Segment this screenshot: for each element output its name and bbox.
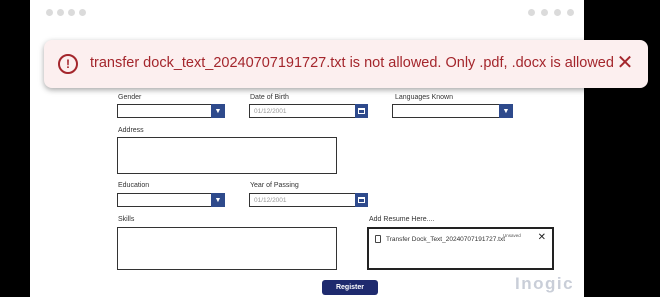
- dob-value: 01/12/2001: [254, 108, 287, 115]
- remove-file-icon[interactable]: ✕: [538, 233, 546, 243]
- status-icon: [79, 9, 86, 16]
- chevron-down-icon[interactable]: ▼: [211, 104, 225, 118]
- status-bar-left-icons: [46, 9, 86, 16]
- chevron-down-icon[interactable]: ▼: [211, 193, 225, 207]
- languages-dropdown[interactable]: ▼: [392, 104, 513, 118]
- languages-label: Languages Known: [395, 94, 453, 101]
- year-of-passing-value: 01/12/2001: [254, 197, 287, 204]
- register-button[interactable]: Register: [322, 280, 378, 295]
- skills-textarea[interactable]: [117, 227, 337, 270]
- file-icon: [375, 235, 381, 243]
- status-icon: [541, 9, 548, 16]
- status-icon: [57, 9, 64, 16]
- status-icon: [567, 9, 574, 16]
- error-circle-icon: !: [58, 54, 78, 74]
- status-icon: [528, 9, 535, 16]
- calendar-icon[interactable]: [355, 104, 368, 118]
- year-of-passing-date-picker[interactable]: 01/12/2001: [249, 193, 368, 207]
- status-icon: [46, 9, 53, 16]
- education-dropdown[interactable]: ▼: [117, 193, 225, 207]
- status-bar: [30, 0, 584, 28]
- status-icon: [554, 9, 561, 16]
- gender-dropdown[interactable]: ▼: [117, 104, 225, 118]
- brand-watermark: Inogic: [515, 274, 575, 293]
- address-textarea[interactable]: [117, 137, 337, 174]
- dob-date-picker[interactable]: 01/12/2001: [249, 104, 368, 118]
- resume-attachment-box[interactable]: Transfer Dock_Text_20240707191727.txt Un…: [367, 227, 554, 270]
- resume-label: Add Resume Here....: [369, 216, 435, 223]
- address-label: Address: [118, 127, 144, 134]
- dob-label: Date of Birth: [250, 94, 289, 101]
- close-icon[interactable]: ✕: [616, 53, 634, 73]
- screen: Gender ▼ Date of Birth 01/12/2001 Langua…: [0, 0, 660, 297]
- attached-file-name: Transfer Dock_Text_20240707191727.txt: [386, 235, 506, 243]
- file-status-label: Unsaved: [503, 233, 521, 238]
- error-toast: ! transfer dock_text_20240707191727.txt …: [44, 40, 648, 88]
- year-of-passing-label: Year of Passing: [250, 182, 299, 189]
- toast-message: transfer dock_text_20240707191727.txt is…: [90, 55, 614, 71]
- chevron-down-icon[interactable]: ▼: [499, 104, 513, 118]
- gender-label: Gender: [118, 94, 142, 101]
- education-label: Education: [118, 182, 150, 189]
- attached-file: Transfer Dock_Text_20240707191727.txt: [375, 235, 505, 243]
- skills-label: Skills: [118, 216, 135, 223]
- status-bar-right-icons: [528, 9, 574, 16]
- status-icon: [68, 9, 75, 16]
- calendar-icon[interactable]: [355, 193, 368, 207]
